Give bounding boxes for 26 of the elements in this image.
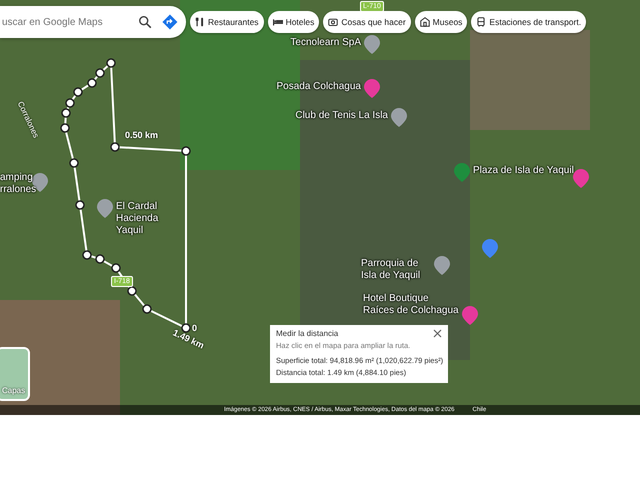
- distance-label: 0.50 km: [125, 130, 158, 140]
- satellite-map[interactable]: [0, 0, 640, 415]
- place-label[interactable]: Parroquia de Isla de Yaquil: [361, 258, 431, 282]
- museum-icon: [420, 17, 430, 27]
- fork-knife-icon: [195, 17, 205, 27]
- place-label[interactable]: Posada Colchagua: [276, 81, 361, 93]
- category-chip[interactable]: Restaurantes: [190, 11, 264, 33]
- place-label[interactable]: Tecnolearn SpA: [290, 37, 361, 49]
- search-bar[interactable]: uscar en Google Maps: [0, 6, 186, 38]
- place-label[interactable]: amping rralones: [0, 172, 70, 196]
- category-chip[interactable]: Museos: [414, 11, 468, 33]
- close-icon[interactable]: [433, 329, 442, 338]
- bed-icon: [272, 17, 283, 27]
- place-label[interactable]: Plaza de Isla de Yaquil: [473, 165, 574, 177]
- category-chip[interactable]: Hoteles: [268, 11, 320, 33]
- category-chip[interactable]: Estaciones de transport.: [471, 11, 586, 33]
- place-label[interactable]: El Cardal Hacienda Yaquil: [116, 201, 186, 237]
- place-label[interactable]: Club de Tenis La Isla: [295, 110, 388, 122]
- place-label[interactable]: Hotel Boutique Raíces de Colchagua: [363, 293, 459, 317]
- search-icon[interactable]: [138, 14, 152, 30]
- search-field[interactable]: uscar en Google Maps: [0, 16, 128, 28]
- category-chip[interactable]: Cosas que hacer: [323, 11, 411, 33]
- panel-title: Medir la distancia: [276, 329, 338, 338]
- bus-icon: [476, 17, 486, 27]
- camera-icon: [328, 17, 338, 27]
- distance-label: 0: [192, 323, 198, 333]
